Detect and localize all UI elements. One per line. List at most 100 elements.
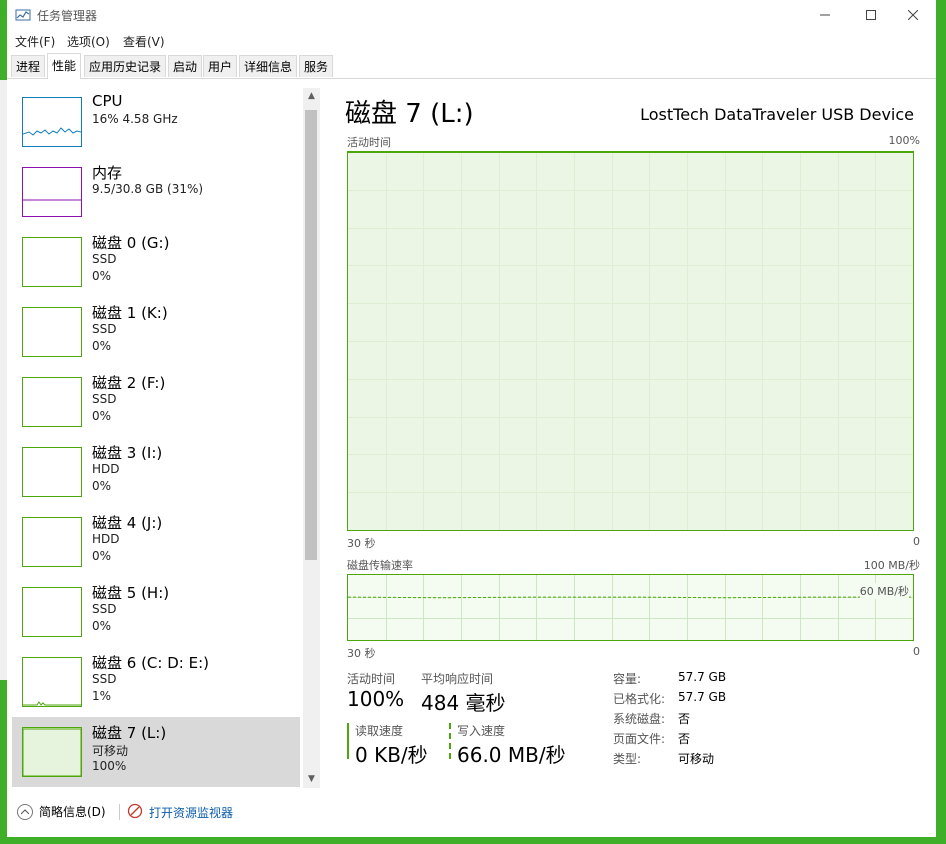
sidebar-item-thumbnail — [22, 167, 82, 217]
menu-file[interactable]: 文件(F) — [15, 33, 55, 50]
stat-read-speed-value: 0 KB/秒 — [355, 743, 428, 767]
stat-active-time-value: 100% — [347, 687, 405, 711]
sidebar-item-detail: 9.5/30.8 GB (31%) — [92, 182, 204, 196]
open-resource-monitor-link[interactable]: 打开资源监视器 — [127, 803, 233, 822]
sidebar-item-thumbnail — [22, 377, 82, 427]
menu-bar: 文件(F) 选项(O) 查看(V) — [7, 30, 936, 52]
menu-view[interactable]: 查看(V) — [123, 33, 165, 50]
maximize-icon — [866, 10, 876, 20]
sidebar-item-disk[interactable]: 磁盘 3 (I:) HDD 0% — [12, 437, 300, 507]
resource-list-scrollbar[interactable]: ▲ ▼ — [303, 88, 320, 788]
sidebar-item-disk[interactable]: 磁盘 1 (K:) SSD 0% — [12, 297, 300, 367]
task-manager-icon — [15, 7, 31, 23]
sidebar-item-disk[interactable]: 磁盘 0 (G:) SSD 0% — [12, 227, 300, 297]
transfer-axis-right: 0 — [913, 645, 920, 658]
sidebar-item-thumbnail — [22, 657, 82, 707]
sidebar-item-detail: SSD — [92, 252, 117, 266]
transfer-graph-label: 磁盘传输速率 — [347, 559, 413, 572]
sidebar-item-title: 磁盘 0 (G:) — [92, 234, 170, 252]
sidebar-item-usage: 0% — [92, 339, 112, 353]
menu-options[interactable]: 选项(O) — [67, 33, 110, 50]
resource-monitor-icon — [127, 803, 143, 822]
sidebar-item-detail: SSD — [92, 672, 117, 686]
sidebar-item-title: 磁盘 5 (H:) — [92, 584, 170, 602]
info-system-disk-value: 否 — [678, 712, 691, 726]
active-time-axis-right: 0 — [913, 535, 920, 548]
disk-title: 磁盘 7 (L:) — [345, 99, 474, 129]
sidebar-item-detail: HDD — [92, 462, 120, 476]
sidebar-item-title: 磁盘 3 (I:) — [92, 444, 163, 462]
sidebar-item-usage: 1% — [92, 689, 112, 703]
tab-details[interactable]: 详细信息 — [239, 55, 298, 77]
footer-bar: 简略信息(D) 打开资源监视器 — [7, 792, 936, 837]
sidebar-item-disk[interactable]: 磁盘 6 (C: D: E:) SSD 1% — [12, 647, 300, 717]
disk-sparkline — [23, 701, 81, 706]
sidebar-item-memory[interactable]: 内存 9.5/30.8 GB (31%) — [12, 157, 300, 227]
sidebar-item-title: 磁盘 7 (L:) — [92, 724, 167, 742]
tab-users[interactable]: 用户 — [203, 55, 238, 77]
transfer-graph-max: 100 MB/秒 — [863, 559, 920, 572]
sidebar-item-thumbnail — [22, 237, 82, 287]
scroll-up-icon[interactable]: ▲ — [306, 91, 317, 102]
footer-separator — [119, 804, 120, 820]
tab-processes[interactable]: 进程 — [11, 55, 46, 77]
write-speed-indicator — [449, 723, 451, 759]
chevron-up-icon — [17, 803, 33, 820]
tab-startup[interactable]: 启动 — [168, 55, 203, 77]
sidebar-item-usage: 0% — [92, 619, 112, 633]
scroll-thumb[interactable] — [305, 110, 317, 560]
sidebar-item-usage: 0% — [92, 479, 112, 493]
sidebar-item-cpu[interactable]: CPU 16% 4.58 GHz — [12, 87, 300, 157]
sidebar-item-usage: 0% — [92, 549, 112, 563]
sidebar-item-title: 内存 — [92, 164, 123, 182]
tab-services[interactable]: 服务 — [299, 55, 334, 77]
sidebar-item-disk[interactable]: 磁盘 5 (H:) SSD 0% — [12, 577, 300, 647]
maximize-button[interactable] — [848, 0, 894, 30]
tab-app-history[interactable]: 应用历史记录 — [84, 55, 167, 77]
read-speed-indicator — [347, 723, 349, 759]
stat-avg-response-label: 平均响应时间 — [421, 672, 494, 686]
sidebar-item-detail: HDD — [92, 532, 120, 546]
resource-list: CPU 16% 4.58 GHz 内存 9.5/30.8 GB (31%) 磁盘 0 (… — [7, 79, 324, 791]
close-button[interactable] — [890, 0, 936, 30]
scroll-down-icon[interactable]: ▼ — [306, 774, 317, 785]
close-icon — [908, 10, 918, 20]
disk-sparkline — [23, 728, 81, 776]
less-details-button[interactable]: 简略信息(D) — [17, 803, 106, 820]
sidebar-item-thumbnail — [22, 517, 82, 567]
minimize-icon — [820, 14, 830, 16]
info-capacity-key: 容量: — [613, 672, 642, 686]
sidebar-item-disk[interactable]: 磁盘 2 (F:) SSD 0% — [12, 367, 300, 437]
sidebar-item-usage: 0% — [92, 409, 112, 423]
title-bar[interactable]: 任务管理器 — [7, 0, 936, 30]
sidebar-item-disk[interactable]: 磁盘 7 (L:) 可移动 100% — [12, 717, 300, 787]
task-manager-window: 任务管理器 文件(F) 选项(O) 查看(V) 进程 性能 应用历史记录 启动 … — [7, 0, 936, 837]
sidebar-item-ethernet[interactable]: 以太网 — [12, 787, 300, 791]
sidebar-item-usage: 100% — [92, 759, 127, 773]
stat-avg-response-value: 484 毫秒 — [421, 691, 506, 715]
sidebar-item-detail: SSD — [92, 602, 117, 616]
tab-performance[interactable]: 性能 — [47, 53, 82, 79]
minimize-button[interactable] — [802, 0, 848, 30]
window-title: 任务管理器 — [37, 9, 98, 23]
info-page-file-key: 页面文件: — [613, 732, 666, 746]
stat-active-time-label: 活动时间 — [347, 672, 396, 686]
sidebar-item-thumbnail — [22, 727, 82, 777]
info-formatted-value: 57.7 GB — [678, 690, 727, 704]
resource-monitor-label: 打开资源监视器 — [149, 806, 234, 820]
sidebar-item-disk[interactable]: 磁盘 4 (J:) HDD 0% — [12, 507, 300, 577]
stat-write-speed-value: 66.0 MB/秒 — [457, 743, 566, 767]
stat-write-speed-label: 写入速度 — [457, 724, 506, 738]
sidebar-item-detail: 16% 4.58 GHz — [92, 112, 178, 126]
sidebar-item-detail: SSD — [92, 392, 117, 406]
info-system-disk-key: 系统磁盘: — [613, 712, 666, 726]
cpu-sparkline — [23, 127, 81, 136]
sidebar-item-thumbnail — [22, 587, 82, 637]
transfer-axis-left: 30 秒 — [347, 647, 376, 660]
transfer-rate-chart — [348, 575, 913, 640]
disk-detail-panel: 磁盘 7 (L:) LostTech DataTraveler USB Devi… — [323, 79, 936, 791]
active-time-graph-max: 100% — [888, 134, 920, 147]
active-time-chart — [348, 152, 913, 530]
transfer-rate-marker: 60 MB/秒 — [859, 583, 909, 599]
sidebar-item-thumbnail — [22, 307, 82, 357]
